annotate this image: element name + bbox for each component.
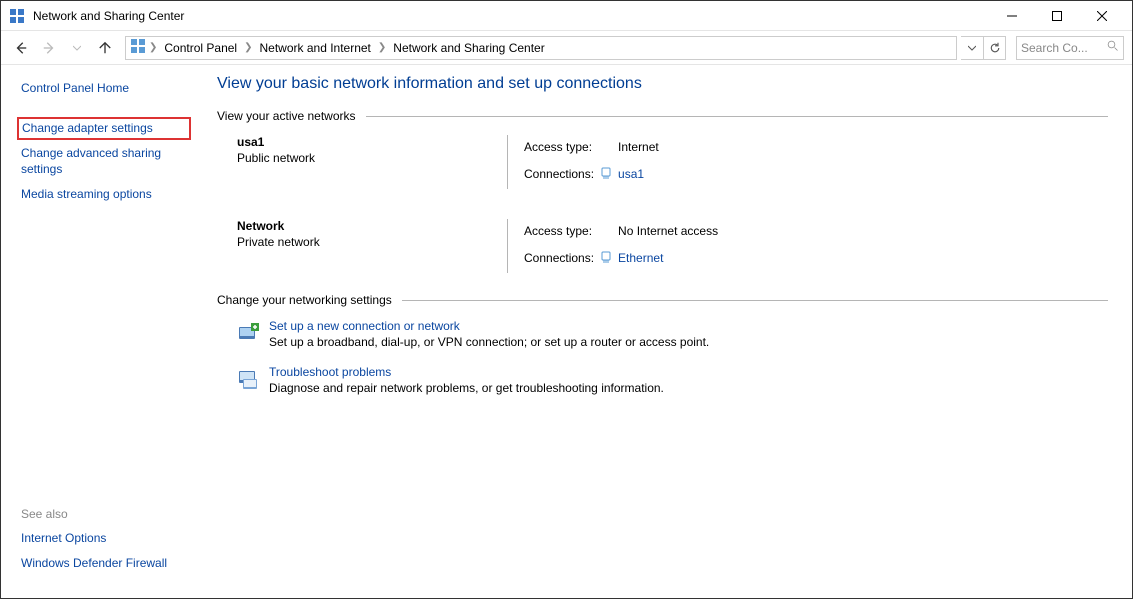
change-adapter-settings-link[interactable]: Change adapter settings <box>17 117 191 141</box>
breadcrumb-item[interactable]: Network and Internet <box>256 37 375 59</box>
setup-connection-icon <box>237 321 261 345</box>
internet-options-link[interactable]: Internet Options <box>21 531 167 547</box>
control-panel-home-link[interactable]: Control Panel Home <box>21 81 191 97</box>
access-type-label: Access type: <box>524 135 600 160</box>
forward-button[interactable] <box>37 36 61 60</box>
action-description: Diagnose and repair network problems, or… <box>269 381 664 395</box>
app-icon <box>9 8 25 24</box>
search-icon <box>1107 40 1119 55</box>
sidebar-link-label: Change adapter settings <box>22 121 153 135</box>
maximize-button[interactable] <box>1034 2 1079 30</box>
network-item: usa1 Public network Access type: Interne… <box>237 135 1108 189</box>
windows-defender-firewall-link[interactable]: Windows Defender Firewall <box>21 556 167 572</box>
chevron-right-icon[interactable]: ❯ <box>149 42 157 53</box>
action-title: Troubleshoot problems <box>269 365 664 379</box>
ethernet-icon <box>600 160 618 189</box>
access-type-label: Access type: <box>524 219 600 244</box>
breadcrumb[interactable]: ❯ Control Panel ❯ Network and Internet ❯… <box>125 36 957 60</box>
chevron-right-icon[interactable]: ❯ <box>378 42 386 53</box>
network-name: usa1 <box>237 135 507 149</box>
network-type: Private network <box>237 235 507 249</box>
breadcrumb-item[interactable]: Network and Sharing Center <box>389 37 548 59</box>
divider <box>507 135 508 189</box>
close-button[interactable] <box>1079 2 1124 30</box>
section-label: View your active networks <box>217 109 356 123</box>
sidebar: Control Panel Home Change adapter settin… <box>1 65 201 598</box>
chevron-right-icon[interactable]: ❯ <box>244 42 252 53</box>
connection-link[interactable]: Ethernet <box>618 244 724 273</box>
setup-connection-action[interactable]: Set up a new connection or network Set u… <box>237 319 1108 349</box>
troubleshoot-icon <box>237 367 261 391</box>
up-button[interactable] <box>93 36 117 60</box>
search-placeholder: Search Co... <box>1021 41 1088 55</box>
action-title: Set up a new connection or network <box>269 319 709 333</box>
access-type-value: No Internet access <box>618 219 724 244</box>
history-dropdown[interactable] <box>65 36 89 60</box>
connections-label: Connections: <box>524 160 600 189</box>
connection-link[interactable]: usa1 <box>618 160 665 189</box>
network-type: Public network <box>237 151 507 165</box>
refresh-button[interactable] <box>983 37 1005 59</box>
divider <box>402 300 1108 301</box>
access-type-value: Internet <box>618 135 665 160</box>
section-active-networks: View your active networks <box>217 109 1108 123</box>
location-icon <box>130 38 146 57</box>
breadcrumb-item[interactable]: Control Panel <box>160 37 241 59</box>
network-item: Network Private network Access type: No … <box>237 219 1108 273</box>
see-also-label: See also <box>21 507 167 521</box>
minimize-button[interactable] <box>989 2 1034 30</box>
section-change-settings: Change your networking settings <box>217 293 1108 307</box>
page-title: View your basic network information and … <box>217 75 1108 93</box>
back-button[interactable] <box>9 36 33 60</box>
change-advanced-sharing-link[interactable]: Change advanced sharing settings <box>21 146 191 177</box>
main-content: View your basic network information and … <box>201 65 1132 598</box>
connections-label: Connections: <box>524 244 600 273</box>
divider <box>366 116 1108 117</box>
section-label: Change your networking settings <box>217 293 392 307</box>
ethernet-icon <box>600 244 618 273</box>
window-title: Network and Sharing Center <box>33 9 989 23</box>
title-bar: Network and Sharing Center <box>1 1 1132 31</box>
troubleshoot-action[interactable]: Troubleshoot problems Diagnose and repai… <box>237 365 1108 395</box>
address-dropdown[interactable] <box>961 37 983 59</box>
divider <box>507 219 508 273</box>
network-name: Network <box>237 219 507 233</box>
search-input[interactable]: Search Co... <box>1016 36 1124 60</box>
media-streaming-link[interactable]: Media streaming options <box>21 187 191 203</box>
address-bar: ❯ Control Panel ❯ Network and Internet ❯… <box>1 31 1132 65</box>
action-description: Set up a broadband, dial-up, or VPN conn… <box>269 335 709 349</box>
